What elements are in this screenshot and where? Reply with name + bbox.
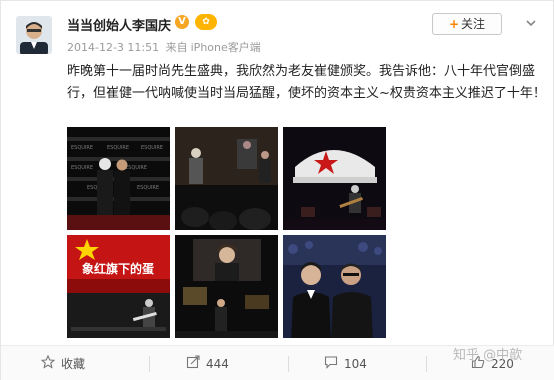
follow-button[interactable]: + 关注 [432,13,502,35]
svg-text:ESQUIRE: ESQUIRE [107,145,129,151]
source-prefix: 来自 [165,41,188,54]
favorite-label: 收藏 [61,357,86,371]
weibo-post-card: 当当创始人李国庆 V ✿ 2014-12-3 11:51 来自 iPhone客户端… [0,0,554,380]
repost-count: 444 [206,357,229,371]
svg-text:ESQUIRE: ESQUIRE [71,165,93,171]
favorite-button[interactable]: 收藏 [40,346,86,380]
banner-text: 象红旗下的蛋 [82,261,154,276]
photo-red-carpet[interactable]: ESQUIRE ESQUIRE ESQUIRE ESQUIRE ESQUIRE ESQUI… [67,127,170,230]
verified-badge-icon: V [175,15,189,29]
post-meta: 2014-12-3 11:51 来自 iPhone客户端 [67,39,261,55]
comment-count: 104 [344,357,367,371]
action-divider [426,356,427,372]
svg-text:ESQUIRE: ESQUIRE [71,145,93,151]
photo-red-flag-banner[interactable]: 象红旗下的蛋 [67,235,170,338]
star-icon [40,347,56,380]
post-source[interactable]: iPhone客户端 [191,41,261,54]
action-divider [149,356,150,372]
photo-two-men[interactable] [283,235,386,338]
username[interactable]: 当当创始人李国庆 [67,15,171,34]
comment-button[interactable]: 104 [324,346,367,380]
post-text: 昨晚第十一届时尚先生盛典，我欣然为老友崔健颁奖。我告诉他：八十年代官倒盛行，但崔… [67,64,546,101]
svg-text:ESQUIRE: ESQUIRE [125,165,147,171]
repost-icon [186,347,200,380]
member-rank-icon: ✿ [195,14,217,30]
photo-grid: ESQUIRE ESQUIRE ESQUIRE ESQUIRE ESQUIRE ESQUI… [67,127,387,343]
watermark: 知乎 @中歆 [453,348,523,363]
chevron-down-icon[interactable] [524,15,538,29]
avatar[interactable] [16,16,52,54]
svg-text:ESQUIRE: ESQUIRE [137,185,159,191]
photo-stage-speaker[interactable] [175,127,278,230]
plus-icon: + [448,17,460,31]
comment-icon [324,347,338,380]
svg-text:ESQUIRE: ESQUIRE [141,145,163,151]
action-divider [288,356,289,372]
repost-button[interactable]: 444 [186,346,229,380]
photo-screen-portrait[interactable] [175,235,278,338]
follow-label: 关注 [461,17,486,31]
post-timestamp[interactable]: 2014-12-3 11:51 [67,41,159,54]
photo-concert-star[interactable] [283,127,386,230]
